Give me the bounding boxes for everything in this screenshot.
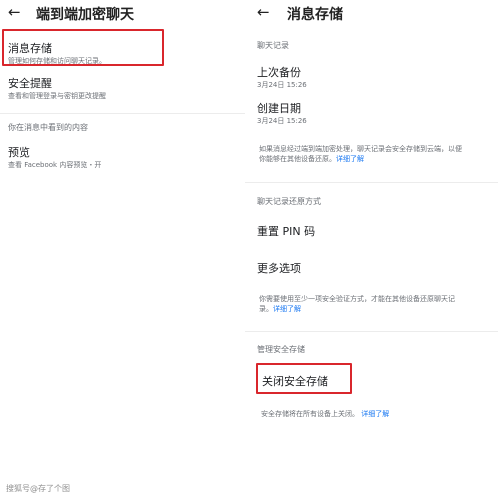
item-title: 上次备份 [257,66,301,79]
backup-info-text: 如果消息经过端到端加密处理，聊天记录会安全存储到云端，以便 你能够在其他设备还原… [259,144,495,164]
info-line: 如果消息经过端到端加密处理，聊天记录会安全存储到云端，以便 [259,145,462,153]
section-divider [0,113,245,114]
info-text: 你能够在其他设备还原。 [259,155,336,163]
last-backup-item: 上次备份 3月24日 15:26 [257,64,457,92]
back-arrow-icon[interactable]: ← [8,3,21,21]
item-subtitle: 查看和管理登录与密钥更改提醒 [8,92,106,100]
item-title: 安全提醒 [8,77,52,90]
page-title: 消息存储 [287,7,343,23]
preview-item[interactable]: 预览 查看 Facebook 内容预览・开 [8,144,208,174]
learn-more-link[interactable]: 详细了解 [273,305,301,313]
restore-info-text: 你需要使用至少一项安全验证方式，才能在其他设备还原聊天记 录。详细了解 [259,294,495,314]
more-options-item[interactable]: 更多选项 [257,260,301,276]
info-text: 录。 [259,305,273,313]
highlight-box [256,363,352,394]
info-line: 录。详细了解 [259,304,495,314]
learn-more-link[interactable]: 详细了解 [336,155,364,163]
right-header: ← 消息存储 [245,0,498,28]
section-header: 聊天记录 [257,41,289,50]
section-header: 聊天记录还原方式 [257,197,321,206]
section-divider [245,182,498,183]
item-title: 创建日期 [257,102,301,115]
item-date: 3月24日 15:26 [257,117,307,125]
page-title: 端到端加密聊天 [36,7,134,23]
watermark: 搜狐号@存了个图 [6,484,70,493]
info-line: 你能够在其他设备还原。详细了解 [259,154,495,164]
section-header: 管理安全存储 [257,345,305,354]
learn-more-link[interactable]: 详细了解 [361,410,389,418]
item-title: 预览 [8,146,30,159]
highlight-box [2,29,164,66]
left-header: ← 端到端加密聊天 [0,0,245,28]
reset-pin-item[interactable]: 重置 PIN 码 [257,223,315,239]
info-line: 你需要使用至少一项安全验证方式，才能在其他设备还原聊天记 [259,295,455,303]
security-alerts-item[interactable]: 安全提醒 查看和管理登录与密钥更改提醒 [8,75,208,105]
item-date: 3月24日 15:26 [257,81,307,89]
section-header: 你在消息中看到的内容 [8,123,88,132]
e2ee-chats-screen: ← 端到端加密聊天 消息存储 管理如何存储和访问聊天记录。 安全提醒 查看和管理… [0,0,245,498]
message-storage-screen: ← 消息存储 聊天记录 上次备份 3月24日 15:26 创建日期 3月24日 … [245,0,498,498]
created-date-item: 创建日期 3月24日 15:26 [257,100,457,128]
section-divider [245,331,498,332]
turn-off-info-text: 安全存储将在所有设备上关闭。 详细了解 [261,409,389,419]
item-subtitle: 查看 Facebook 内容预览・开 [8,161,102,169]
info-text: 安全存储将在所有设备上关闭。 [261,410,359,418]
back-arrow-icon[interactable]: ← [257,3,270,21]
